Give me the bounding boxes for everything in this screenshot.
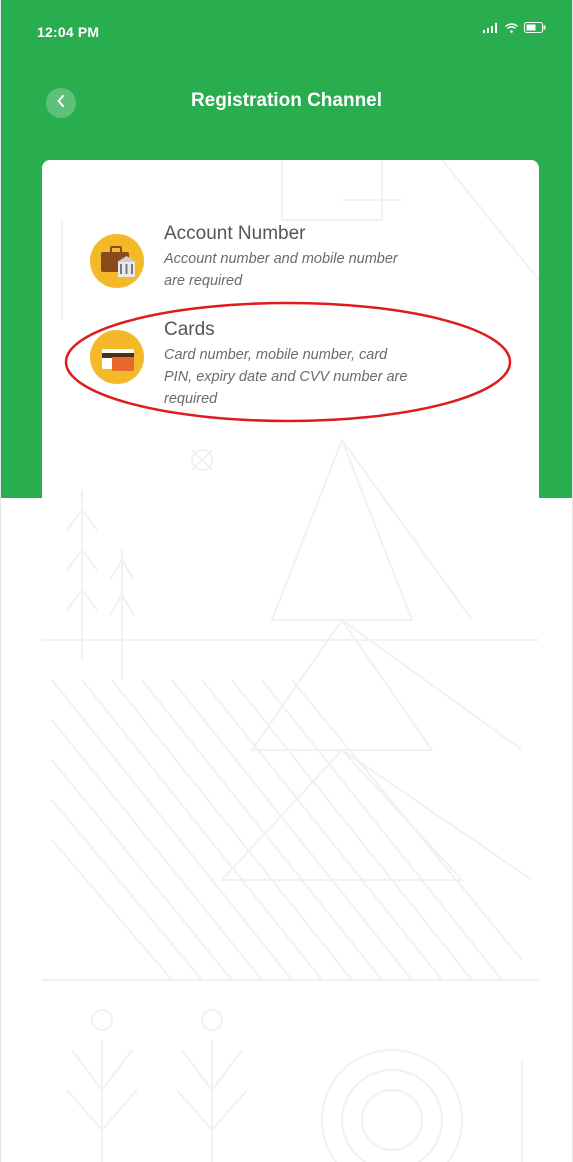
registration-channel-screen: 12:04 PM Registration Channel Account Nu…: [0, 0, 573, 1162]
status-time: 12:04 PM: [37, 24, 100, 40]
option-description: Account number and mobile number: [164, 251, 398, 267]
option-account-number-text: Account Number Account number and mobile…: [164, 222, 398, 292]
option-description: Card number, mobile number, card: [164, 347, 388, 363]
status-icons: [483, 22, 546, 33]
option-description: required: [164, 391, 218, 407]
option-title: Cards: [164, 319, 215, 340]
credit-card-icon: [90, 330, 144, 384]
option-cards-text: Cards Card number, mobile number, card P…: [164, 318, 407, 410]
options-card: Account Number Account number and mobile…: [42, 160, 539, 1162]
battery-icon: [524, 22, 546, 33]
wifi-icon: [505, 22, 518, 33]
option-description: are required: [164, 273, 243, 289]
option-cards[interactable]: Cards Card number, mobile number, card P…: [90, 318, 500, 410]
option-account-number[interactable]: Account Number Account number and mobile…: [90, 222, 500, 292]
background-pattern: [42, 160, 539, 1162]
status-bar: 12:04 PM: [1, 0, 572, 60]
app-bar: Registration Channel: [1, 82, 572, 126]
page-title: Registration Channel: [190, 90, 383, 111]
option-title: Account Number: [164, 223, 306, 244]
option-description: PIN, expiry date and CVV number are: [164, 369, 408, 385]
signal-icon: [483, 22, 499, 33]
briefcase-bank-icon: [90, 234, 144, 288]
